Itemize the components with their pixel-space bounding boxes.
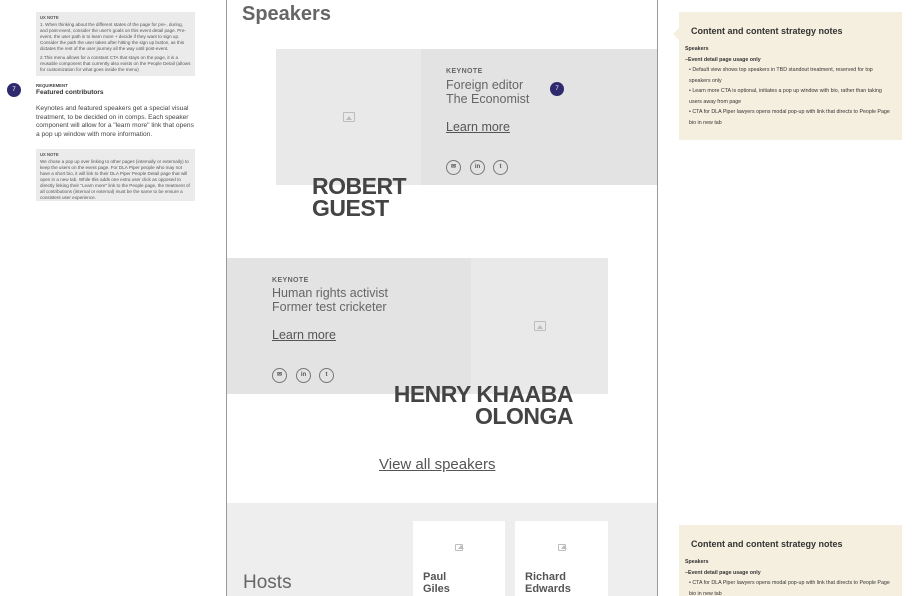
linkedin-icon[interactable]: in (296, 368, 311, 383)
host-photo-placeholder (515, 521, 608, 573)
speaker-role-line: Foreign editor (446, 78, 524, 92)
linkedin-icon[interactable]: in (470, 160, 485, 175)
requirement-title: Featured contributors (36, 89, 104, 96)
notes-line: –Event detail page usage only (685, 56, 761, 63)
page-mockup: Speakers KEYNOTE Foreign editor The Econ… (226, 0, 658, 596)
view-all-speakers-link[interactable]: View all speakers (379, 456, 495, 473)
image-icon (557, 543, 567, 551)
speakers-heading: Speakers (242, 3, 331, 25)
notes-line: –Event detail page usage only (685, 569, 761, 576)
twitter-icon[interactable]: t (319, 368, 334, 383)
mail-icon[interactable]: ✉ (446, 160, 461, 175)
speaker-photo-placeholder (276, 49, 421, 185)
requirement-label: REQUIREMENT (36, 83, 68, 88)
speaker-name-line: GUEST (312, 195, 389, 221)
notes-line: Speakers (685, 559, 709, 565)
speaker-role-line: Human rights activist (272, 286, 389, 300)
ux-note-paragraph: 2.This menu allows for a constant CTA th… (40, 55, 191, 72)
hosts-heading: Hosts (243, 572, 292, 593)
image-icon (455, 543, 464, 551)
image-icon (533, 321, 546, 331)
learn-more-link[interactable]: Learn more (446, 120, 510, 134)
notes-line: • CTA for DLA Piper lawyers opens modal … (689, 109, 890, 126)
speaker-role-line: Former test cricketer (272, 300, 387, 314)
host-name-first: Richard (525, 571, 566, 583)
host-card[interactable]: Richard Edwards (515, 521, 608, 596)
speaker-role-line: The Economist (446, 92, 530, 106)
ux-note-paragraph: 1. When thinking about the different sta… (40, 22, 186, 51)
notes-line: • CTA for DLA Piper lawyers opens modal … (689, 580, 890, 596)
ux-note-box-2: UX NOTE We chose a pop up over linking t… (36, 149, 195, 201)
ux-note-label: UX NOTE (40, 152, 59, 157)
speaker-name-line: ROBERT (312, 173, 407, 199)
notes-title: Content and content strategy notes (691, 539, 843, 549)
host-name-first: Paul (423, 571, 447, 583)
speaker-name-line: HENRY KHAABA (393, 381, 574, 407)
ux-note-label: UX NOTE (40, 15, 59, 20)
content-notes-box: Content and content strategy notes Speak… (673, 12, 902, 140)
mail-icon[interactable]: ✉ (272, 368, 287, 383)
notes-title: Content and content strategy notes (691, 26, 843, 36)
keynote-tag: KEYNOTE (446, 68, 483, 75)
ux-note-box-1: UX NOTE 1. When thinking about the diffe… (36, 12, 195, 76)
image-icon (342, 112, 355, 122)
annotation-badge[interactable]: 7 (7, 83, 21, 97)
host-name-last: Giles (423, 583, 450, 595)
requirement-body: Keynotes and featured speakers get a spe… (36, 105, 194, 138)
content-notes-box: Content and content strategy notes Speak… (679, 525, 902, 596)
host-photo-placeholder (413, 521, 505, 573)
speaker-name-line: OLONGA (475, 403, 573, 429)
notes-line: • Learn more CTA is optional, initiates … (689, 88, 882, 105)
notes-line: Speakers (685, 46, 709, 52)
host-card[interactable]: Paul Giles (413, 521, 505, 596)
annotation-badge[interactable]: 7 (550, 82, 564, 96)
notes-line: • Default view shows top speakers in TBD… (689, 67, 873, 84)
keynote-tag: KEYNOTE (272, 277, 309, 284)
ux-note-text: We chose a pop up over linking to other … (40, 159, 190, 200)
twitter-icon[interactable]: t (493, 160, 508, 175)
learn-more-link[interactable]: Learn more (272, 328, 336, 342)
speaker-photo-placeholder (471, 258, 608, 394)
host-name-last: Edwards (525, 583, 571, 595)
